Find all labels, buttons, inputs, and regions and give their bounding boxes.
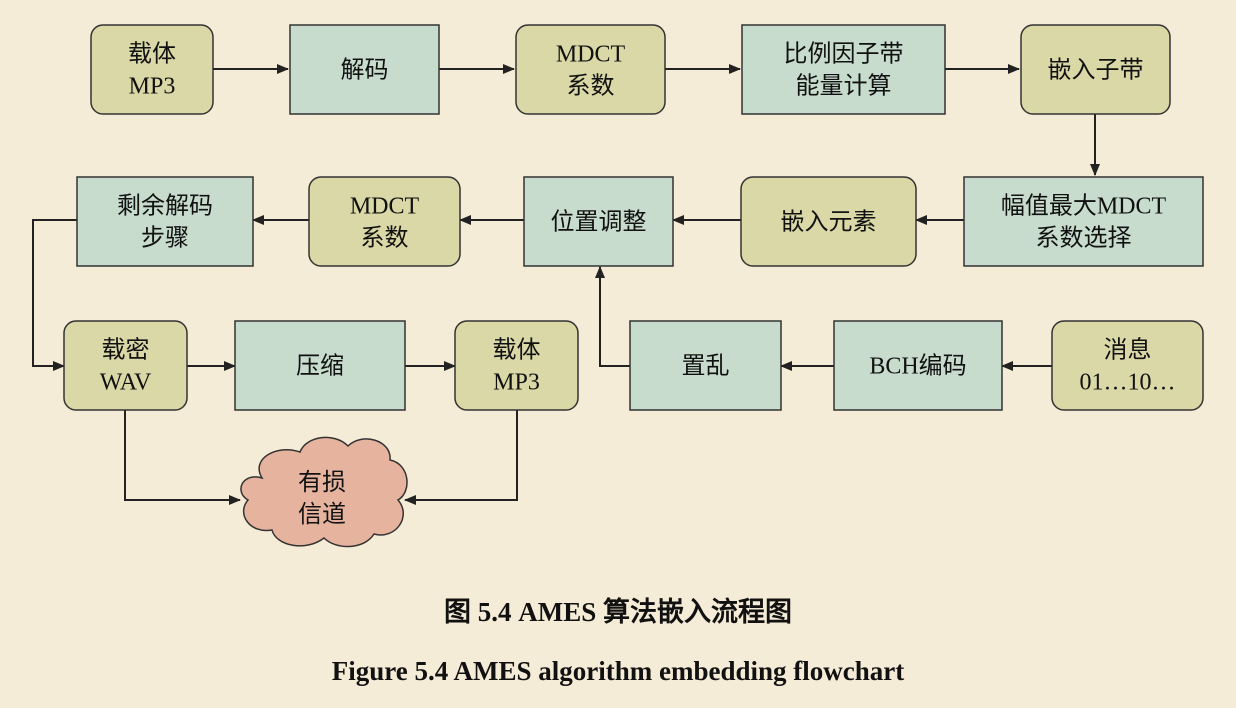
edge-carrier-to-channel xyxy=(404,410,518,505)
message-node: 消息 01…10… xyxy=(1051,320,1204,411)
caption-english: Figure 5.4 AMES algorithm embedding flow… xyxy=(331,656,905,686)
decode-label-1: 解码 xyxy=(341,57,389,84)
mdct-coeff-top-box xyxy=(515,24,666,115)
bch-encode-label-1: BCH编码 xyxy=(869,353,966,380)
subband-energy-label-1: 比例因子带 xyxy=(784,41,904,68)
remaining-decode-box xyxy=(76,176,254,267)
carrier-mp3-bottom-label-1: 载体 xyxy=(493,337,541,364)
remaining-decode-node: 剩余解码步骤 xyxy=(76,176,254,267)
mdct-coeff-mid-label-2: 系数 xyxy=(361,225,409,252)
mdct-coeff-top-node: MDCT 系数 xyxy=(515,24,666,115)
mdct-coeff-mid-label-1: MDCT xyxy=(350,194,420,220)
carrier-mp3-bottom-node: 载体 MP3 xyxy=(454,320,579,411)
lossy-channel-line2: 信道 xyxy=(298,501,346,528)
position-adjust-node: 位置调整 xyxy=(523,176,674,267)
embed-element-node: 嵌入元素 xyxy=(740,176,917,267)
scramble-label-1: 置乱 xyxy=(682,353,730,380)
max-mdct-select-node: 幅值最大MDCT 系数选择 xyxy=(963,176,1204,267)
compress-node: 压缩 xyxy=(234,320,406,411)
embed-element-label-1: 嵌入元素 xyxy=(781,209,877,236)
mdct-coeff-top-label-2: 系数 xyxy=(567,73,615,100)
subband-energy-box xyxy=(741,24,946,115)
position-adjust-label-1: 位置调整 xyxy=(551,209,647,236)
bch-encode-node: BCH编码 xyxy=(833,320,1003,411)
caption-chinese: 图 5.4 AMES 算法嵌入流程图 xyxy=(443,597,792,627)
carrier-mp3-top-label-2: MP3 xyxy=(129,74,176,100)
subband-energy-label-2: 能量计算 xyxy=(796,73,892,100)
subband-energy-node: 比例因子带能量计算 xyxy=(741,24,946,115)
carrier-mp3-top-label-1: 载体 xyxy=(128,41,176,68)
edge-stego-to-channel xyxy=(124,410,241,505)
mdct-coeff-top-label-1: MDCT xyxy=(556,42,626,68)
message-label-1: 消息 xyxy=(1104,337,1152,364)
max-mdct-select-label-2: 系数选择 xyxy=(1036,225,1132,252)
message-label-2: 01…10… xyxy=(1080,370,1176,396)
stego-wav-label-2: WAV xyxy=(100,370,152,396)
embed-subband-node: 嵌入子带 xyxy=(1020,24,1171,115)
mdct-coeff-mid-node: MDCT 系数 xyxy=(308,176,461,267)
max-mdct-select-label-1: 幅值最大MDCT xyxy=(1001,193,1167,220)
stego-wav-label-1: 载密 xyxy=(102,337,150,364)
compress-label-1: 压缩 xyxy=(296,353,344,380)
lossy-channel-line1: 有损 xyxy=(298,469,346,496)
remaining-decode-label-2: 步骤 xyxy=(141,225,189,252)
stego-wav-node: 载密 WAV xyxy=(63,320,188,411)
edge-scramble-to-position xyxy=(595,266,630,367)
carrier-mp3-bottom-box xyxy=(454,320,579,411)
embed-subband-label-1: 嵌入子带 xyxy=(1048,57,1144,84)
stego-wav-box xyxy=(63,320,188,411)
scramble-node: 置乱 xyxy=(629,320,782,411)
lossy-channel-cloud: 有损 信道 xyxy=(240,436,408,548)
remaining-decode-label-1: 剩余解码 xyxy=(117,193,213,220)
decode-node: 解码 xyxy=(289,24,440,115)
message-box xyxy=(1051,320,1204,411)
carrier-mp3-top-box xyxy=(90,24,214,115)
carrier-mp3-top-node: 载体 MP3 xyxy=(90,24,214,115)
mdct-coeff-mid-box xyxy=(308,176,461,267)
carrier-mp3-bottom-label-2: MP3 xyxy=(493,370,540,396)
max-mdct-select-box xyxy=(963,176,1204,267)
